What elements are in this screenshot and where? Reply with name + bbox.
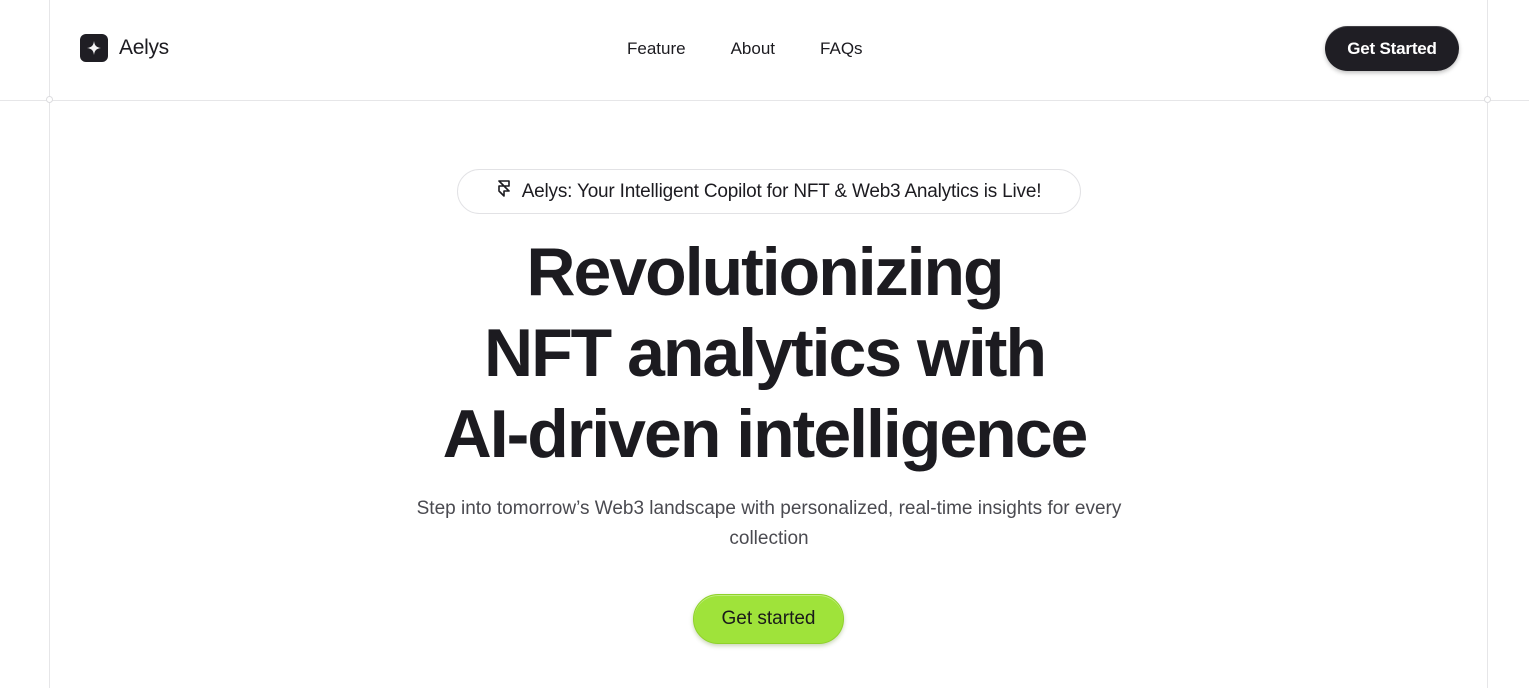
announcement-badge[interactable]: Aelys: Your Intelligent Copilot for NFT … — [457, 169, 1081, 214]
brand-name: Aelys — [119, 36, 169, 59]
brand-logo-link[interactable]: Aelys — [80, 34, 169, 62]
headline-line-2: NFT analytics with — [484, 315, 1047, 391]
hero-headline: Revolutionizing NFT analytics with AI-dr… — [0, 232, 1529, 475]
frame-node-right — [1484, 96, 1491, 103]
main-nav: Feature About FAQs — [627, 38, 863, 60]
hero-subtitle: Step into tomorrow’s Web3 landscape with… — [416, 498, 1122, 549]
sparkle-icon — [80, 34, 108, 62]
announcement-text: Aelys: Your Intelligent Copilot for NFT … — [521, 180, 1042, 202]
hero-get-started-button[interactable]: Get started — [693, 594, 844, 644]
landing-page: Aelys Feature About FAQs Get Started Ael… — [0, 0, 1529, 688]
headline-line-1: Revolutionizing — [526, 234, 1004, 310]
get-started-button[interactable]: Get Started — [1325, 26, 1459, 71]
nav-item-about[interactable]: About — [731, 38, 775, 60]
header-divider — [0, 100, 1529, 101]
frame-node-left — [46, 96, 53, 103]
headline-line-3: AI-driven intelligence — [442, 396, 1089, 472]
framer-icon — [497, 180, 511, 203]
nav-item-faqs[interactable]: FAQs — [820, 38, 863, 60]
nav-item-feature[interactable]: Feature — [627, 38, 686, 60]
